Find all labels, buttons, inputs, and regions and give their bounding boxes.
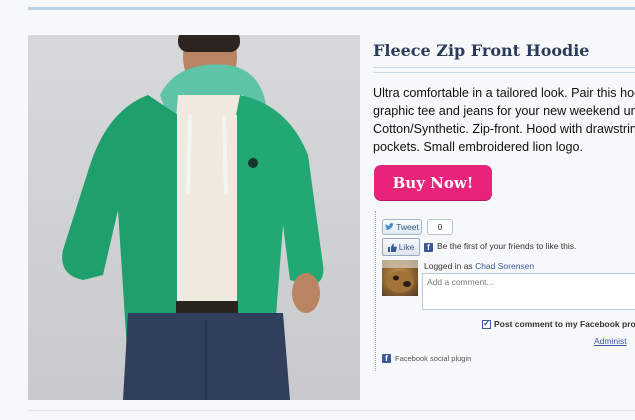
hoodie-model-illustration: [62, 35, 324, 400]
tweet-count: 0: [427, 219, 453, 235]
dog-avatar-picture: [382, 260, 418, 293]
product-title: Fleece Zip Front Hoodie: [373, 41, 590, 60]
top-divider: [28, 7, 635, 10]
buy-now-button[interactable]: Buy Now!: [374, 165, 492, 200]
administer-link[interactable]: Administ: [594, 336, 627, 346]
product-description: Ultra comfortable in a tailored look. Pa…: [373, 84, 635, 156]
checkbox-icon[interactable]: [482, 318, 491, 329]
logged-in-prefix: Logged in as: [424, 261, 473, 271]
post-to-facebook-label: Post comment to my Facebook pro: [494, 319, 635, 329]
bottom-divider: [28, 410, 635, 411]
facebook-social-plugin-link[interactable]: Facebook social plugin: [395, 354, 471, 363]
like-prompt-text: Be the first of your friends to like thi…: [437, 241, 577, 251]
tweet-label: Tweet: [396, 222, 419, 232]
description-line: Ultra comfortable in a tailored look. Pa…: [373, 86, 635, 100]
facebook-f-icon: f: [382, 354, 391, 363]
product-photo: [28, 35, 360, 400]
title-divider: [373, 67, 635, 73]
facebook-f-icon: f: [424, 243, 433, 252]
like-prompt: f Be the first of your friends to like th…: [424, 241, 576, 252]
description-line: graphic tee and jeans for your new weeke…: [373, 104, 635, 118]
facebook-plugin-footer: f Facebook social plugin: [382, 354, 471, 363]
comment-input[interactable]: Add a comment...: [422, 273, 635, 310]
tweet-button[interactable]: Tweet: [382, 219, 422, 235]
facebook-like-thumb-icon: [387, 243, 397, 252]
twitter-bird-icon: [385, 223, 395, 230]
post-to-facebook-option[interactable]: Post comment to my Facebook pro: [482, 318, 635, 329]
avatar: [382, 260, 418, 296]
like-label: Like: [398, 242, 415, 252]
logged-in-status: Logged in as Chad Sorensen: [424, 261, 534, 271]
description-line: pockets. Small embroidered lion logo.: [373, 140, 584, 154]
user-name-link[interactable]: Chad Sorensen: [475, 261, 534, 271]
like-button[interactable]: Like: [382, 238, 420, 256]
description-line: Cotton/Synthetic. Zip-front. Hood with d…: [373, 122, 635, 136]
